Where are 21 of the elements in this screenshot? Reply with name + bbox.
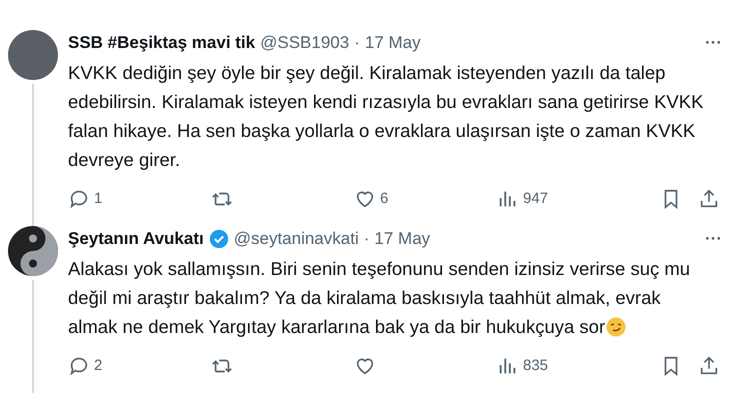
yin-yang-avatar-icon[interactable] <box>8 226 58 276</box>
author-name[interactable]: SSB #Beşiktaş mavi tik <box>68 30 256 56</box>
share-icon[interactable] <box>698 354 720 377</box>
post-text: KVKK dediğin şey öyle bir şey değil. Kiralamak isteyenden yazılı da talep edebilirsin. Kiralamak isteyen kendi rızasıyla bu evrakları sana getirirse KVKK falan hikaye. Ha sen başka yollarla o evraklara ulaşırsan işte o zaman KVKK devreye girer. <box>68 60 704 172</box>
more-options-button[interactable]: ··· <box>705 30 722 56</box>
post-text: Alakası yok sallamışsın. Biri senin teşefonunu senden izinsiz verirse suç mu değil mi araştır bakalım? Ya da kiralama baskısıyla taahhüt almak, evrak almak ne demek Yargıtay kararlarına bak ya da bir hukukçuya sor <box>68 256 692 339</box>
more-options-button[interactable]: ··· <box>705 226 722 252</box>
like-count: 6 <box>380 188 388 208</box>
separator-dot: · <box>364 228 370 250</box>
share-icon[interactable] <box>698 188 720 210</box>
view-count: 947 <box>523 188 548 208</box>
avatar-photo-placeholder[interactable] <box>8 30 58 80</box>
author-handle[interactable]: @SSB1903 <box>260 30 350 56</box>
post-date[interactable]: 17 May <box>364 30 421 56</box>
author-name[interactable]: Şeytanın Avukatı <box>68 226 204 252</box>
reply-count: 1 <box>94 188 102 208</box>
reply-count: 2 <box>94 356 102 376</box>
separator-dot: · <box>354 32 360 54</box>
view-count: 835 <box>523 356 548 376</box>
author-handle[interactable]: @seytaninavkati <box>234 226 359 252</box>
post-date[interactable]: 17 May <box>374 226 430 252</box>
